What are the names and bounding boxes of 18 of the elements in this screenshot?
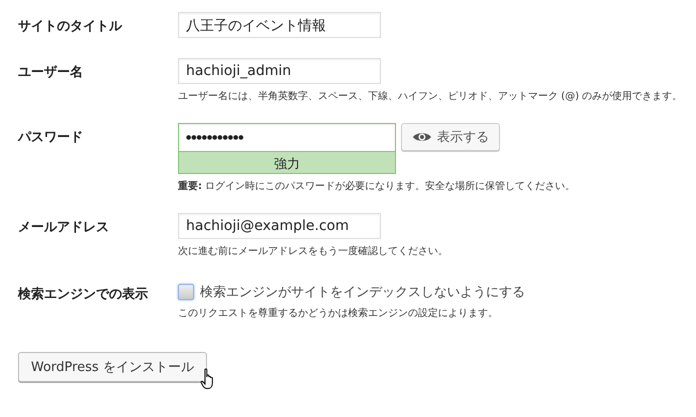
hint-text: このリクエストを尊重するかどうかは検索エンジンの設定によります。 [178,306,499,320]
hint-text: 重要: ログイン時にこのパスワードが必要になります。安全な場所に保管してください。 [178,180,576,193]
hint-text: 次に進む前にメールアドレスをもう一度確認してください。 [178,244,448,258]
field-label: ユーザー名 [18,64,84,81]
input-field[interactable]: hachioji_admin [178,58,381,84]
hint-text: ユーザー名には、半角英数字、スペース、下線、ハイフン、ピリオド、アットマーク (@) のみが使用できます。 [178,90,682,103]
hand-cursor-icon [200,368,216,390]
strength-meter: 強力 [178,151,396,174]
field-label: サイトのタイトル [18,18,124,35]
input-field[interactable]: hachioji@example.com [178,213,381,239]
field-label: メールアドレス [18,219,110,236]
install-button[interactable]: WordPress をインストール [18,352,207,382]
field-label: 検索エンジンでの表示 [18,286,149,303]
input-field[interactable]: 八王子のイベント情報 [178,12,381,38]
checkbox[interactable] [178,284,194,300]
show-password-button[interactable]: 表示する [401,123,500,151]
field-label: パスワード [18,129,84,146]
checkbox-label[interactable]: 検索エンジンがサイトをインデックスしないようにする [200,283,525,301]
